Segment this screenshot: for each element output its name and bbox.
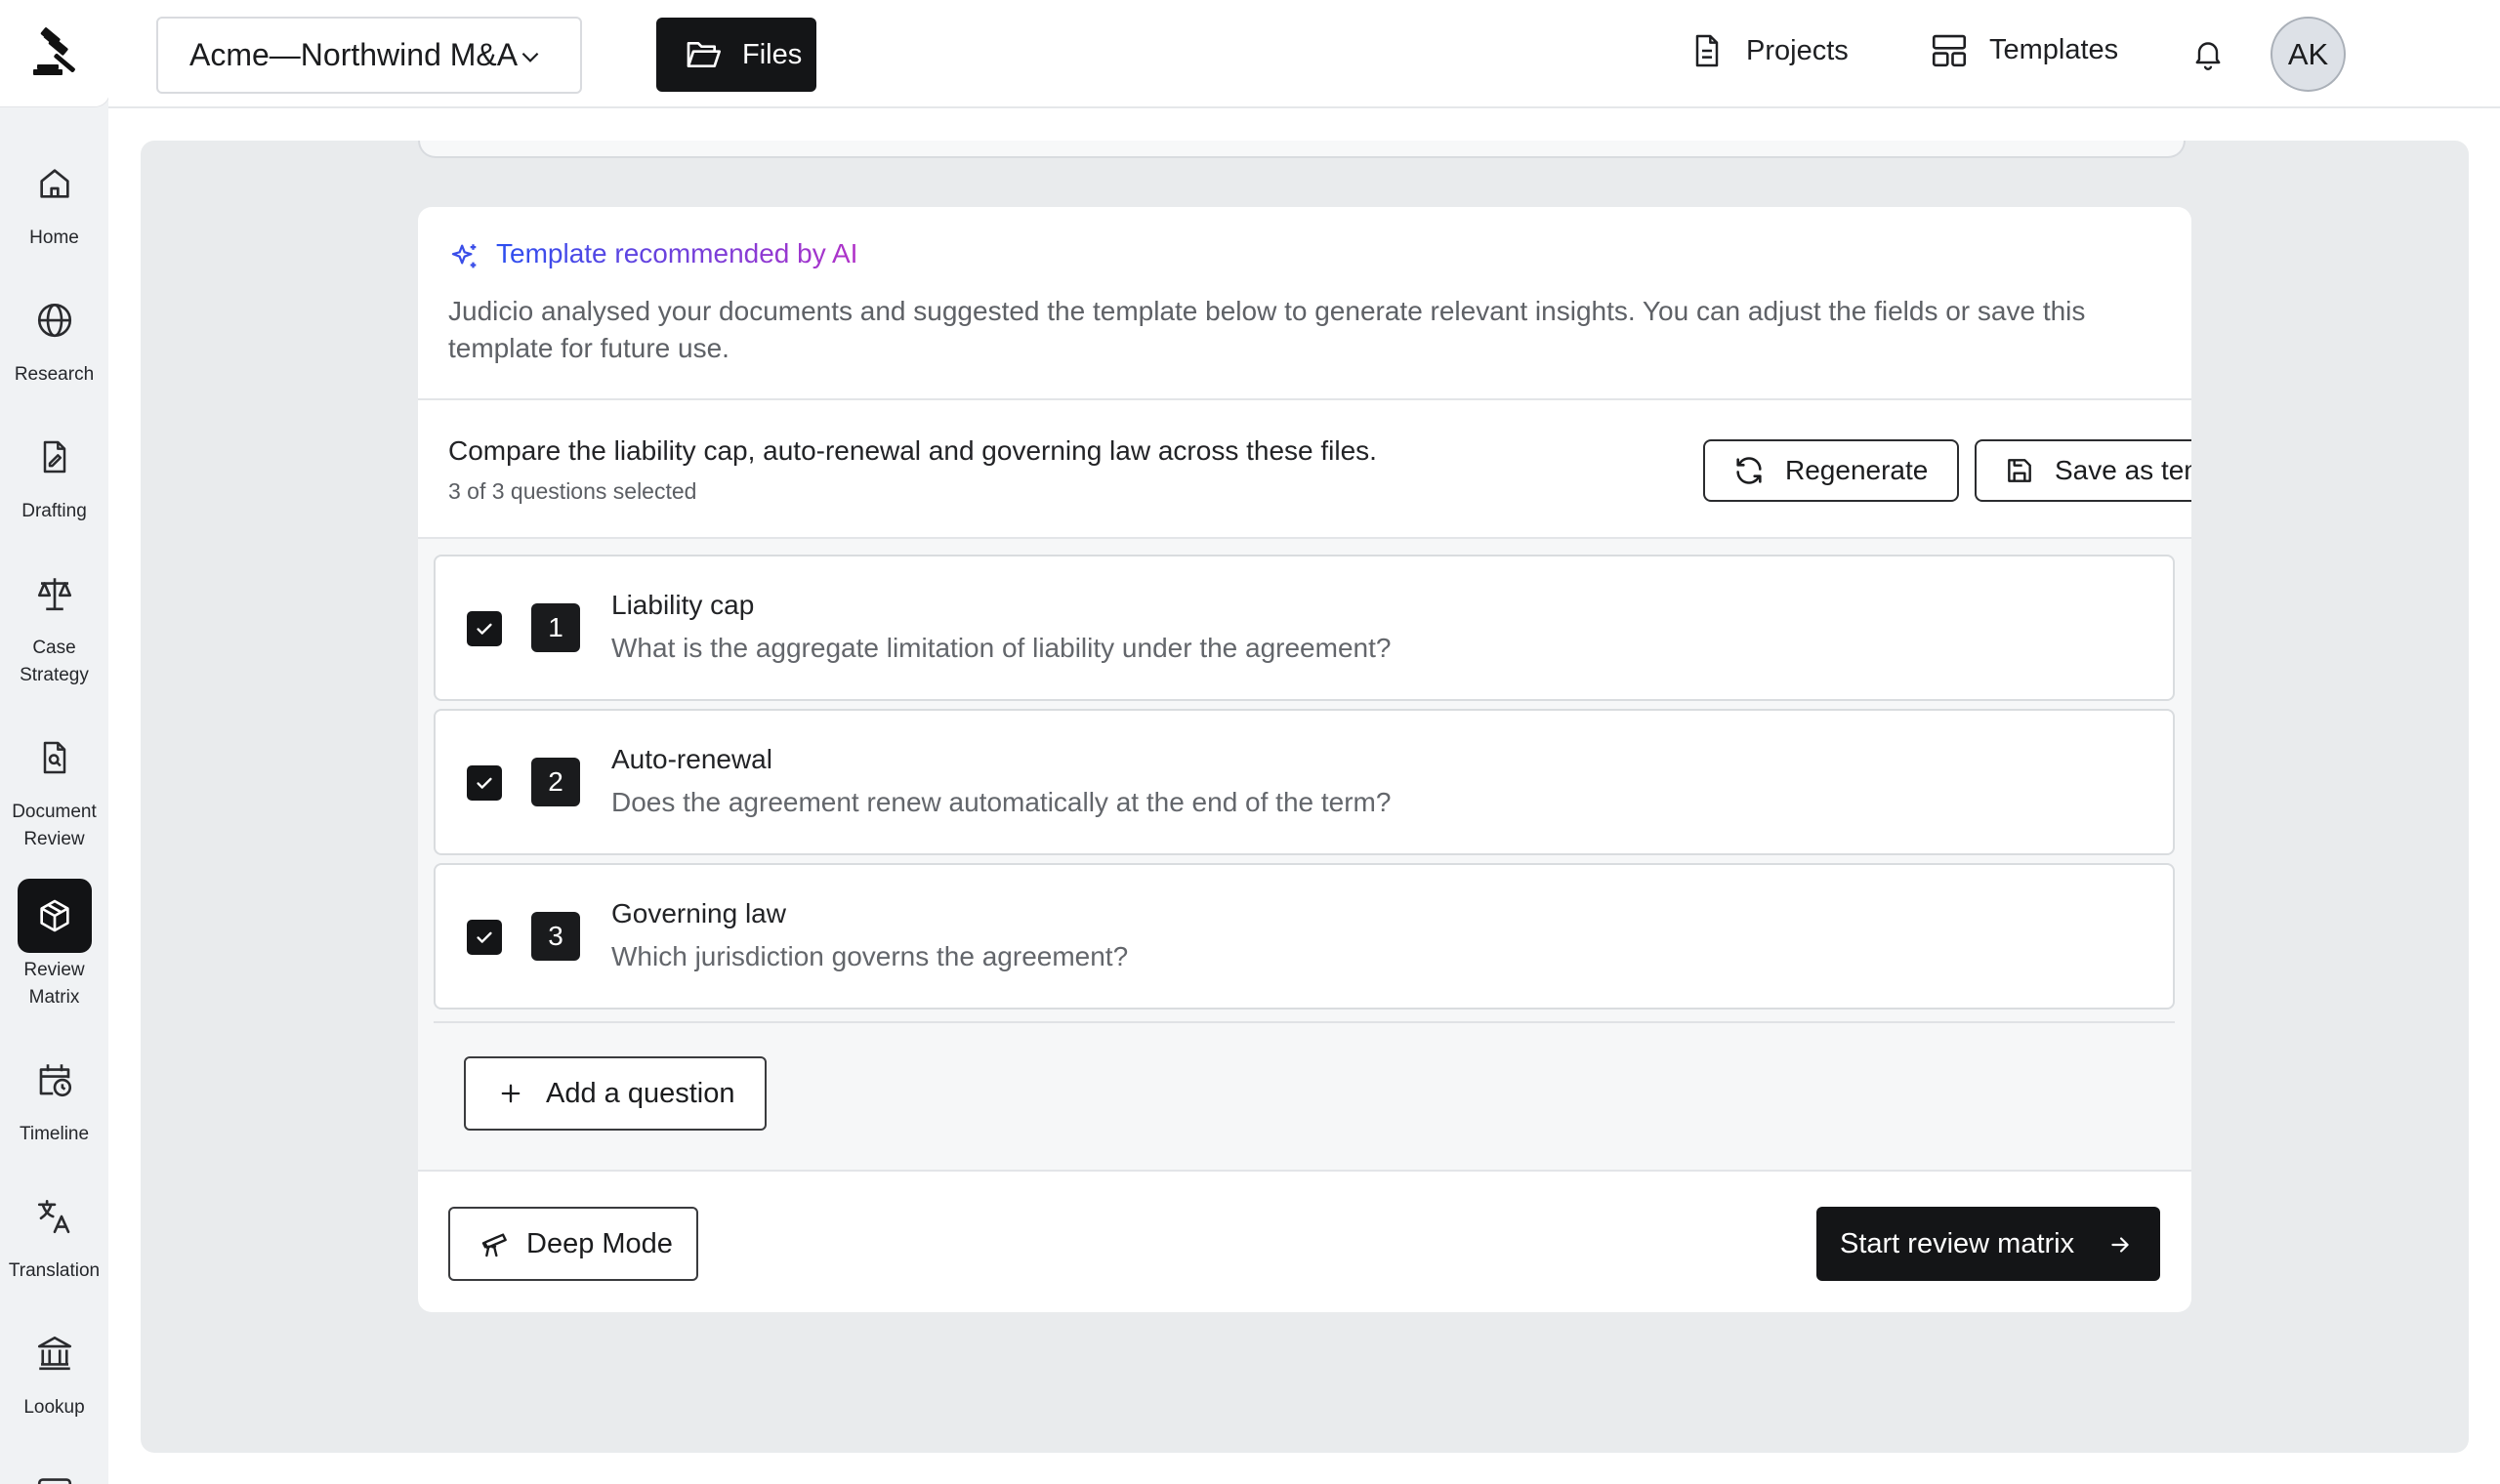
question-row[interactable]: 3 Governing law Which jurisdiction gover… [434, 863, 2175, 1010]
question-number: 2 [531, 758, 580, 806]
selected-count: 3 of 3 questions selected [448, 478, 697, 504]
folder-open-icon [687, 42, 721, 67]
check-icon [477, 931, 492, 943]
question-title: Auto-renewal [611, 744, 772, 774]
institution-icon [18, 1316, 92, 1390]
sidebar-item-label: Lookup [23, 1397, 85, 1418]
check-icon [477, 777, 492, 789]
ai-recommendation-title: Template recommended by AI [496, 238, 858, 268]
translate-icon [18, 1179, 92, 1254]
home-icon [18, 146, 92, 221]
sidebar-item-label: Drafting [21, 501, 87, 521]
start-review-matrix-button[interactable]: Start review matrix [1816, 1207, 2160, 1281]
sidebar-item-label: Research [14, 364, 95, 385]
regenerate-label: Regenerate [1785, 455, 1929, 485]
previous-card-edge [418, 141, 2186, 158]
document-icon [1695, 34, 1719, 67]
projects-label: Projects [1746, 34, 1849, 66]
sidebar-item-research[interactable]: Research [0, 283, 108, 389]
globe-icon [18, 283, 92, 357]
telescope-icon [481, 1233, 507, 1257]
layout-template-icon [1932, 34, 1967, 67]
question-description: Does the agreement renew automatically a… [611, 787, 1392, 817]
sidebar-item-translation[interactable]: Translation [0, 1179, 108, 1285]
question-checkbox[interactable] [467, 920, 502, 955]
deep-mode-button[interactable]: Deep Mode [448, 1207, 698, 1281]
sidebar-item-home[interactable]: Home [0, 146, 108, 252]
sidebar-item-label: Home [29, 227, 79, 248]
calendar-clock-icon [18, 1043, 92, 1117]
templates-link[interactable]: Templates [1929, 29, 2118, 70]
template-recommendation-card: Template recommended by AI Judicio analy… [418, 207, 2191, 1312]
document-search-icon [18, 721, 92, 795]
sidebar-item-more[interactable] [0, 1453, 108, 1484]
cube-icon [17, 879, 92, 953]
deep-mode-label: Deep Mode [526, 1227, 673, 1259]
gavel-logo[interactable] [0, 0, 110, 107]
sidebar-item-timeline[interactable]: Timeline [0, 1043, 108, 1148]
sidebar-item-label: Review Matrix [23, 960, 85, 1008]
sidebar-item-document-review[interactable]: Document Review [0, 721, 108, 853]
chevron-down-icon [521, 52, 539, 62]
sidebar-item-drafting[interactable]: Drafting [0, 420, 108, 525]
sidebar-item-review-matrix[interactable]: Review Matrix [0, 879, 108, 1011]
question-title: Governing law [611, 898, 786, 928]
sidebar-item-label: Case Strategy [20, 638, 89, 685]
avatar[interactable]: AK [2271, 17, 2346, 92]
templates-label: Templates [1989, 33, 2119, 65]
question-checkbox[interactable] [467, 611, 502, 646]
files-button[interactable]: Files [656, 18, 816, 92]
check-icon [477, 623, 492, 635]
divider [434, 1021, 2175, 1023]
plus-icon [501, 1084, 521, 1103]
save-as-template-button[interactable]: Save as template [1975, 439, 2191, 502]
questions-area: 1 Liability cap What is the aggregate li… [418, 539, 2191, 1170]
question-description: Which jurisdiction governs the agreement… [611, 941, 1129, 971]
question-row[interactable]: 2 Auto-renewal Does the agreement renew … [434, 709, 2175, 855]
start-review-matrix-label: Start review matrix [1840, 1227, 2075, 1259]
project-selector[interactable]: Acme—Northwind M&A [156, 17, 582, 94]
divider [418, 398, 2191, 400]
add-question-button[interactable]: Add a question [464, 1056, 767, 1131]
avatar-initials: AK [2287, 36, 2329, 71]
question-row[interactable]: 1 Liability cap What is the aggregate li… [434, 555, 2175, 701]
question-checkbox[interactable] [467, 765, 502, 801]
add-question-label: Add a question [546, 1077, 735, 1109]
question-title: Liability cap [611, 590, 755, 620]
top-header: Acme—Northwind M&A Files Projects Templa… [108, 0, 2500, 108]
sidebar-item-label: Timeline [19, 1124, 90, 1144]
save-as-template-label: Save as template [2055, 455, 2191, 485]
question-description: What is the aggregate limitation of liab… [611, 633, 1392, 663]
gavel-icon [33, 26, 75, 75]
sidebar-item-lookup[interactable]: Lookup [0, 1316, 108, 1422]
sidebar-item-label: Translation [8, 1260, 101, 1281]
refresh-icon [1736, 457, 1762, 484]
sidebar: Home Research Drafting Case Strategy Doc… [0, 0, 110, 1484]
save-icon [2008, 459, 2031, 482]
sparkles-icon [451, 244, 477, 268]
files-label: Files [742, 38, 803, 70]
projects-link[interactable]: Projects [1688, 29, 1849, 72]
divider [418, 1170, 2191, 1172]
bell-icon[interactable] [2190, 35, 2226, 72]
keyboard-icon [18, 1453, 92, 1484]
scales-icon [18, 556, 92, 631]
ai-recommendation-description: Judicio analysed your documents and sugg… [448, 296, 2086, 363]
document-pen-icon [18, 420, 92, 494]
prompt-text: Compare the liability cap, auto-renewal … [448, 435, 1377, 466]
main-content: Template recommended by AI Judicio analy… [141, 141, 2469, 1453]
sidebar-item-case-strategy[interactable]: Case Strategy [0, 556, 108, 689]
question-number: 3 [531, 912, 580, 961]
project-name: Acme—Northwind M&A [189, 37, 519, 72]
sidebar-item-label: Document Review [12, 802, 97, 849]
arrow-right-icon [2111, 1237, 2129, 1253]
regenerate-button[interactable]: Regenerate [1703, 439, 1959, 502]
question-number: 1 [531, 603, 580, 652]
